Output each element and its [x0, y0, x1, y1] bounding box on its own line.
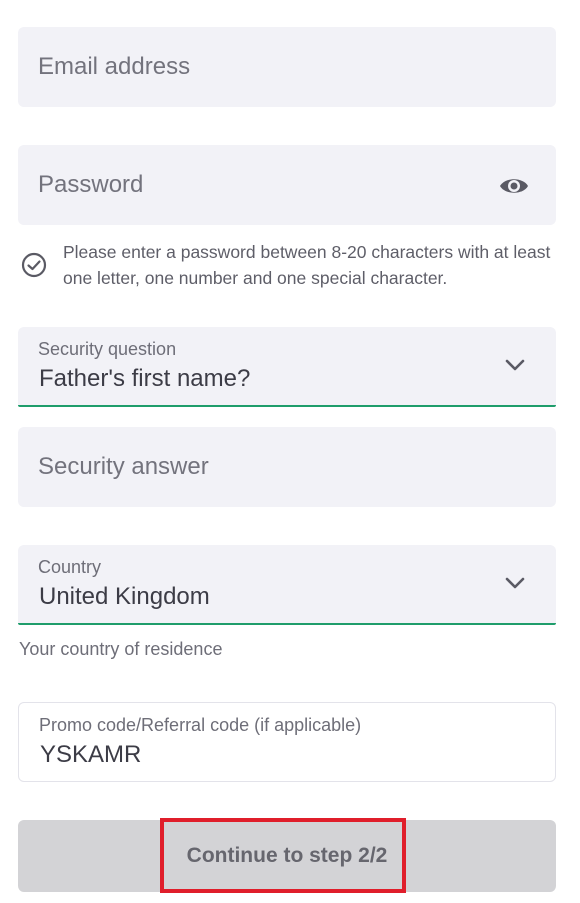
- continue-button-label: Continue to step 2/2: [186, 844, 388, 867]
- chevron-down-icon[interactable]: [504, 357, 526, 373]
- eye-icon[interactable]: [498, 175, 530, 197]
- security-question-value: Father's first name?: [39, 365, 251, 392]
- password-hint-text: Please enter a password between 8-20 cha…: [63, 242, 551, 288]
- password-hint: Please enter a password between 8-20 cha…: [20, 237, 560, 293]
- country-value: United Kingdom: [39, 583, 210, 610]
- country-helper-text: Your country of residence: [19, 639, 223, 659]
- chevron-down-icon[interactable]: [504, 575, 526, 591]
- country-label: Country: [38, 557, 102, 577]
- email-placeholder: Email address: [38, 53, 191, 80]
- continue-button[interactable]: Continue to step 2/2: [18, 820, 556, 892]
- check-circle-icon: [20, 251, 48, 279]
- password-field[interactable]: Password: [18, 145, 556, 225]
- password-placeholder: Password: [38, 171, 144, 198]
- registration-form: Email address Password Please enter a pa…: [0, 0, 580, 903]
- security-question-label: Security question: [38, 339, 177, 359]
- security-answer-placeholder: Security answer: [38, 453, 209, 480]
- country-select[interactable]: Country United Kingdom: [18, 545, 556, 625]
- security-question-select[interactable]: Security question Father's first name?: [18, 327, 556, 407]
- security-answer-field[interactable]: Security answer: [18, 427, 556, 507]
- promo-code-field[interactable]: Promo code/Referral code (if applicable)…: [18, 702, 556, 782]
- promo-code-value: YSKAMR: [40, 741, 142, 768]
- email-field[interactable]: Email address: [18, 27, 556, 107]
- promo-code-label: Promo code/Referral code (if applicable): [39, 715, 362, 735]
